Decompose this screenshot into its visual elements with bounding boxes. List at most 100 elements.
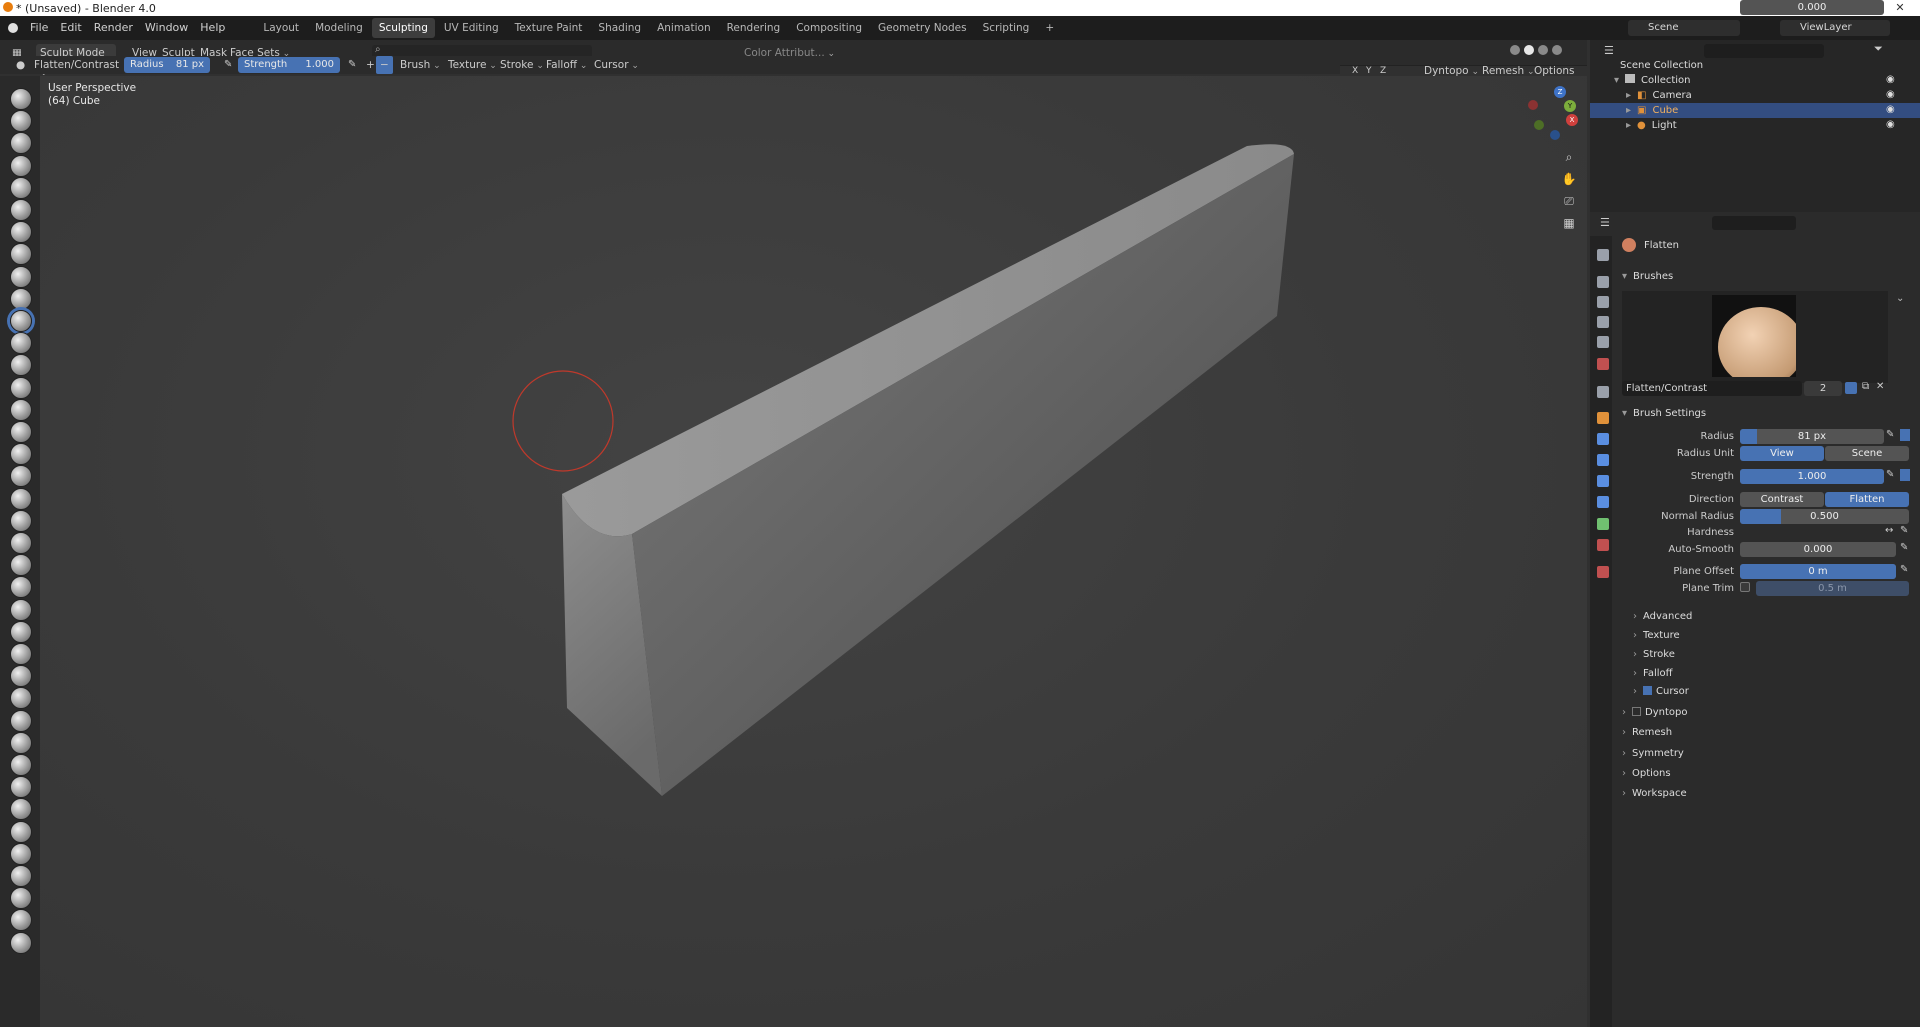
tool-draw-face-sets-icon[interactable]: [10, 687, 32, 710]
properties-tab-output-icon[interactable]: [1597, 296, 1609, 308]
tool-grab-icon[interactable]: [10, 421, 32, 443]
tab-modeling[interactable]: Modeling: [308, 18, 370, 38]
gizmo-neg-y[interactable]: [1534, 120, 1544, 130]
tool-paint-icon[interactable]: [10, 754, 32, 776]
tool-elastic-deform-icon[interactable]: [10, 443, 32, 466]
duplicate-icon[interactable]: ⧉: [1862, 381, 1869, 392]
direction-contrast-button[interactable]: Contrast: [1740, 492, 1824, 507]
stroke-menu[interactable]: Stroke: [496, 56, 548, 74]
expand-chevron-icon[interactable]: ▾: [1614, 75, 1619, 86]
tool-multiplane-scrape-icon[interactable]: [10, 376, 32, 399]
properties-tab-object-icon[interactable]: [1597, 412, 1609, 424]
tab-uv-editing[interactable]: UV Editing: [437, 18, 506, 38]
tab-shading[interactable]: Shading: [591, 18, 648, 38]
normal-radius-slider[interactable]: 0.500: [1740, 509, 1909, 524]
scene-selector[interactable]: Scene: [1628, 20, 1740, 36]
outliner-item-light[interactable]: ▸ ● Light: [1590, 118, 1920, 133]
properties-tab-scene-icon[interactable]: [1597, 336, 1609, 348]
tool-pinch-icon[interactable]: [10, 398, 32, 421]
tool-fill-icon[interactable]: [10, 332, 32, 355]
visibility-eye-icon[interactable]: ◉: [1886, 104, 1895, 115]
tool-flatten-icon[interactable]: [10, 310, 32, 332]
cursor-checkbox[interactable]: [1643, 686, 1652, 695]
properties-tab-tool-icon[interactable]: [1597, 249, 1609, 261]
invert-arrows-icon[interactable]: ↔: [1885, 525, 1893, 536]
expand-chevron-icon[interactable]: ▸: [1626, 105, 1631, 116]
tab-rendering[interactable]: Rendering: [720, 18, 788, 38]
subpanel-falloff[interactable]: › Falloff: [1633, 668, 1673, 679]
visibility-eye-icon[interactable]: ◉: [1886, 74, 1895, 85]
tool-multires-displacement-eraser-icon[interactable]: [10, 709, 32, 732]
navigation-gizmo[interactable]: Z Y X: [1520, 86, 1578, 142]
brush-menu[interactable]: Brush: [396, 56, 445, 74]
gizmo-x[interactable]: X: [1566, 114, 1578, 126]
brush-thumbnail[interactable]: [1712, 295, 1796, 377]
tool-draw-icon[interactable]: [10, 88, 32, 110]
tool-multires-displacement-smear-icon[interactable]: [10, 731, 32, 754]
wireframe-shading-icon[interactable]: [1510, 45, 1520, 55]
filter-icon[interactable]: ⏷: [1874, 42, 1883, 56]
subpanel-advanced[interactable]: › Advanced: [1633, 611, 1692, 622]
tool-mask-icon[interactable]: [10, 665, 32, 688]
tool-draw-sharp-icon[interactable]: [10, 110, 32, 133]
gizmo-neg-x[interactable]: [1528, 100, 1538, 110]
rendered-shading-icon[interactable]: [1552, 45, 1562, 55]
tool-simplify-icon[interactable]: [10, 643, 32, 665]
fake-user-shield-icon[interactable]: [1845, 382, 1857, 394]
tool-layer-icon[interactable]: [10, 199, 32, 221]
strength-slider[interactable]: 1.000: [1740, 469, 1884, 484]
properties-search-input[interactable]: [1712, 216, 1796, 230]
pressure-pen-icon[interactable]: ✎: [1886, 469, 1894, 480]
tool-boundary-icon[interactable]: [10, 598, 32, 621]
outliner-scene-collection[interactable]: Scene Collection: [1590, 58, 1920, 73]
tool-box-trim-icon[interactable]: [10, 865, 32, 887]
tool-clay-thumb-icon[interactable]: [10, 176, 32, 199]
properties-tab-view-layer-icon[interactable]: [1597, 316, 1609, 328]
tool-box-face-set-icon[interactable]: [10, 842, 32, 865]
radius-unit-scene-button[interactable]: Scene: [1825, 446, 1909, 461]
tool-clay-icon[interactable]: [10, 132, 32, 155]
menu-help[interactable]: Help: [194, 16, 231, 40]
brush-settings-header[interactable]: ▾ Brush Settings: [1622, 408, 1706, 419]
tool-snake-hook-icon[interactable]: [10, 465, 32, 488]
pressure-pen-icon[interactable]: ✎: [1900, 525, 1908, 536]
tool-crease-icon[interactable]: [10, 265, 32, 288]
gizmo-neg-z[interactable]: [1550, 130, 1560, 140]
menu-file[interactable]: File: [24, 16, 54, 40]
brush-users-count[interactable]: 2: [1804, 381, 1842, 396]
falloff-menu[interactable]: Falloff: [542, 56, 591, 74]
tab-compositing[interactable]: Compositing: [789, 18, 869, 38]
tool-clay-strips-icon[interactable]: [10, 154, 32, 177]
tool-inflate-icon[interactable]: [10, 221, 32, 244]
panel-options[interactable]: › Options: [1622, 768, 1671, 779]
close-button[interactable]: ✕: [1880, 0, 1920, 16]
tab-animation[interactable]: Animation: [650, 18, 718, 38]
camera-view-icon[interactable]: ⎚: [1560, 192, 1578, 210]
plane-trim-checkbox[interactable]: [1740, 582, 1750, 592]
pressure-pen-icon[interactable]: ✎: [1900, 542, 1908, 553]
radius-unit-lock-icon[interactable]: [1900, 429, 1910, 441]
strength-pressure-icon[interactable]: ✎: [344, 56, 360, 74]
tool-mesh-filter-icon[interactable]: [10, 909, 32, 932]
subpanel-stroke[interactable]: › Stroke: [1633, 649, 1675, 660]
gizmo-z[interactable]: Z: [1554, 86, 1566, 98]
properties-tab-collection-icon[interactable]: [1597, 386, 1609, 398]
chevron-down-icon[interactable]: ⌄: [1896, 293, 1904, 304]
pressure-pen-icon[interactable]: ✎: [1886, 429, 1894, 440]
gizmo-y[interactable]: Y: [1564, 100, 1576, 112]
radius-slider[interactable]: 81 px: [1740, 429, 1884, 444]
blender-menu-icon[interactable]: [8, 23, 18, 33]
tool-rotate-icon[interactable]: [10, 554, 32, 577]
brushes-panel-header[interactable]: ▾ Brushes: [1622, 271, 1673, 282]
menu-edit[interactable]: Edit: [54, 16, 87, 40]
tool-pose-icon[interactable]: [10, 509, 32, 532]
brush-datablock-field[interactable]: Flatten/Contrast: [1622, 381, 1802, 396]
visibility-eye-icon[interactable]: ◉: [1886, 89, 1895, 100]
auto-smooth-slider[interactable]: 0.000: [1740, 542, 1896, 557]
plane-trim-slider[interactable]: 0.5 m: [1756, 581, 1909, 596]
viewlayer-selector[interactable]: ViewLayer: [1780, 20, 1890, 36]
strength-lock-icon[interactable]: [1900, 469, 1910, 481]
properties-tab-world-icon[interactable]: [1597, 358, 1609, 370]
visibility-eye-icon[interactable]: ◉: [1886, 119, 1895, 130]
menu-window[interactable]: Window: [139, 16, 194, 40]
